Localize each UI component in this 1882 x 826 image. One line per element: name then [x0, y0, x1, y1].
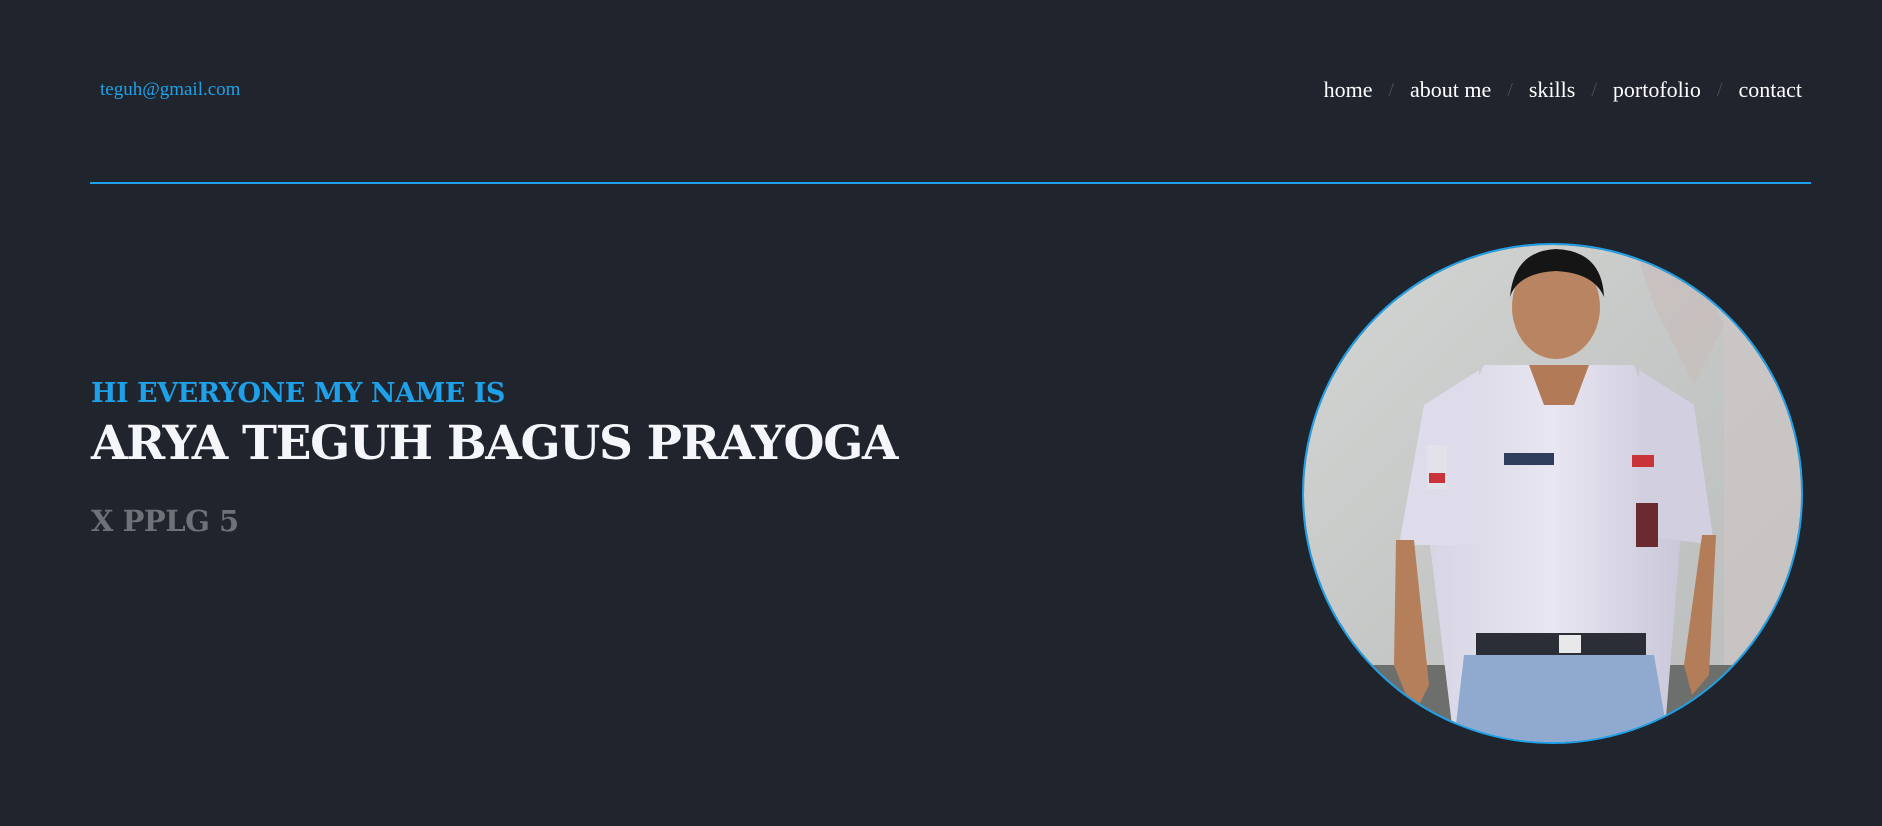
email-link[interactable]: teguh@gmail.com	[100, 79, 240, 101]
nav-separator: /	[1388, 79, 1395, 101]
hero-intro: HI EVERYONE MY NAME IS ARYA TEGUH BAGUS …	[91, 377, 899, 539]
hero-greeting: HI EVERYONE MY NAME IS	[91, 378, 505, 409]
site-header: teguh@gmail.com home / about me / skills…	[0, 0, 1882, 183]
profile-photo	[1302, 243, 1803, 744]
nav-separator: /	[1716, 79, 1723, 101]
nav-home-link[interactable]: home	[1324, 77, 1373, 103]
main-nav: home / about me / skills / portofolio / …	[1324, 77, 1802, 103]
nav-about-link[interactable]: about me	[1410, 77, 1491, 103]
nav-contact-link[interactable]: contact	[1738, 77, 1802, 103]
header-divider	[90, 182, 1811, 184]
profile-photo-illustration	[1304, 245, 1801, 742]
hero-class: X PPLG 5	[91, 504, 239, 538]
nav-separator: /	[1591, 79, 1597, 101]
hero-name: ARYA TEGUH BAGUS PRAYOGA	[91, 416, 899, 471]
nav-skills-link[interactable]: skills	[1529, 77, 1575, 103]
nav-portfolio-link[interactable]: portofolio	[1613, 77, 1701, 103]
nav-separator: /	[1507, 79, 1513, 101]
